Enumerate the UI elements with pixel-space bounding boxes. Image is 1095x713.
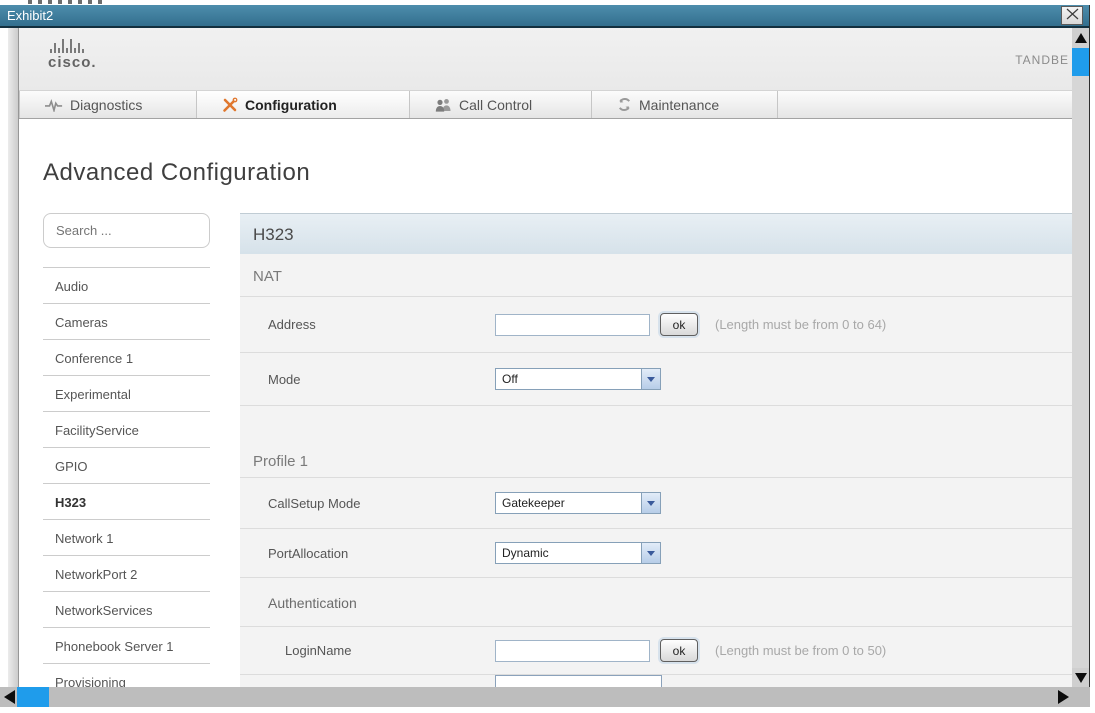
callsetup-mode-select[interactable]: Gatekeeper <box>495 492 661 514</box>
setting-row-callsetup-mode: CallSetup Mode Gatekeeper <box>240 478 1072 529</box>
sidebar-item-conference-1[interactable]: Conference 1 <box>43 339 210 375</box>
nat-address-ok-button[interactable]: ok <box>660 313 698 336</box>
tab-label: Maintenance <box>639 97 719 113</box>
sidebar-item-network-1[interactable]: Network 1 <box>43 519 210 555</box>
sidebar-item-provisioning[interactable]: Provisioning <box>43 663 210 687</box>
settings-sidebar: Audio Cameras Conference 1 Experimental … <box>43 213 210 687</box>
subsection-title-authentication: Authentication <box>240 578 1072 627</box>
chevron-down-icon <box>641 369 660 389</box>
setting-label: Address <box>268 317 495 332</box>
sidebar-item-phonebook-server-1[interactable]: Phonebook Server 1 <box>43 627 210 663</box>
tools-icon <box>222 97 238 113</box>
right-edge <box>1090 0 1095 713</box>
window-left-border <box>8 28 19 687</box>
main-nav-tabbar: Diagnostics Configuration <box>19 90 1072 119</box>
setting-label: PortAllocation <box>268 546 495 561</box>
loginname-input[interactable] <box>495 640 650 662</box>
triangle-up-icon <box>1075 33 1087 43</box>
sidebar-item-networkport-2[interactable]: NetworkPort 2 <box>43 555 210 591</box>
setting-label: Mode <box>268 372 495 387</box>
section-gap <box>240 405 1072 447</box>
triangle-left-icon <box>4 690 15 704</box>
selected-option: Dynamic <box>502 546 549 560</box>
triangle-down-icon <box>1075 673 1087 683</box>
selected-option: Gatekeeper <box>502 496 565 510</box>
triangle-right-icon <box>1058 690 1069 704</box>
tandberg-label: TANDBE <box>1015 53 1069 67</box>
chevron-down-icon <box>641 543 660 563</box>
length-hint: (Length must be from 0 to 50) <box>715 643 886 658</box>
close-button[interactable] <box>1061 6 1083 25</box>
nat-address-input[interactable] <box>495 314 650 336</box>
section-title-nat: NAT <box>240 254 1072 297</box>
length-hint: (Length must be from 0 to 64) <box>715 317 886 332</box>
close-icon <box>1066 5 1079 26</box>
people-icon <box>435 98 452 112</box>
pulse-icon <box>45 98 63 112</box>
window-titlebar[interactable]: Exhibit2 <box>0 5 1090 28</box>
page-content: cisco. TANDBE Diagnostics Configuration <box>19 28 1072 687</box>
site-header: cisco. TANDBE <box>19 28 1072 90</box>
clipped-text-artifact <box>28 0 102 4</box>
scroll-left-arrow[interactable] <box>0 687 18 707</box>
sidebar-item-facilityservice[interactable]: FacilityService <box>43 411 210 447</box>
clipped-input-field <box>495 675 662 687</box>
page-title: Advanced Configuration <box>43 159 1072 187</box>
setting-row-nat-mode: Mode Off <box>240 353 1072 405</box>
chevron-down-icon <box>641 493 660 513</box>
sidebar-item-experimental[interactable]: Experimental <box>43 375 210 411</box>
tab-configuration[interactable]: Configuration <box>197 91 410 118</box>
tab-label: Call Control <box>459 97 532 113</box>
tab-diagnostics[interactable]: Diagnostics <box>19 91 197 118</box>
tab-call-control[interactable]: Call Control <box>410 91 592 118</box>
window-title: Exhibit2 <box>7 8 53 23</box>
setting-label: CallSetup Mode <box>268 496 495 511</box>
horizontal-scrollbar[interactable] <box>0 687 1090 707</box>
nat-mode-select[interactable]: Off <box>495 368 661 390</box>
setting-label: LoginName <box>268 643 495 658</box>
sidebar-item-audio[interactable]: Audio <box>43 267 210 303</box>
setting-row-portallocation: PortAllocation Dynamic <box>240 529 1072 578</box>
settings-category-list: Audio Cameras Conference 1 Experimental … <box>43 267 210 687</box>
setting-row-loginname: LoginName ok (Length must be from 0 to 5… <box>240 627 1072 675</box>
sidebar-item-h323[interactable]: H323 <box>43 483 210 519</box>
loginname-ok-button[interactable]: ok <box>660 639 698 662</box>
selected-option: Off <box>502 372 518 386</box>
scroll-up-arrow[interactable] <box>1072 28 1089 48</box>
sidebar-item-cameras[interactable]: Cameras <box>43 303 210 339</box>
vertical-scrollbar[interactable] <box>1072 28 1089 688</box>
bottom-edge <box>0 707 1095 713</box>
tab-label: Configuration <box>245 97 337 113</box>
cisco-logo-bars-icon <box>50 37 97 53</box>
h323-settings-panel: H323 NAT Address ok (Length must be from… <box>240 213 1072 687</box>
refresh-icon <box>617 97 632 112</box>
scroll-down-arrow[interactable] <box>1072 668 1089 688</box>
panel-title: H323 <box>240 213 1072 254</box>
tab-label: Diagnostics <box>70 97 142 113</box>
cisco-wordmark: cisco. <box>48 54 97 71</box>
section-title-profile-1: Profile 1 <box>240 447 1072 478</box>
setting-row-nat-address: Address ok (Length must be from 0 to 64) <box>240 297 1072 353</box>
clipped-next-row <box>240 675 1072 687</box>
cisco-logo: cisco. <box>48 37 97 71</box>
page-body: Advanced Configuration Audio Cameras Con… <box>19 159 1072 687</box>
sidebar-item-networkservices[interactable]: NetworkServices <box>43 591 210 627</box>
vertical-scroll-thumb[interactable] <box>1072 48 1089 76</box>
portallocation-select[interactable]: Dynamic <box>495 542 661 564</box>
left-gutter <box>0 28 8 687</box>
sidebar-item-gpio[interactable]: GPIO <box>43 447 210 483</box>
search-input[interactable] <box>43 213 210 248</box>
scroll-right-arrow[interactable] <box>1054 687 1072 707</box>
horizontal-scroll-thumb[interactable] <box>17 687 49 707</box>
tab-maintenance[interactable]: Maintenance <box>592 91 778 118</box>
